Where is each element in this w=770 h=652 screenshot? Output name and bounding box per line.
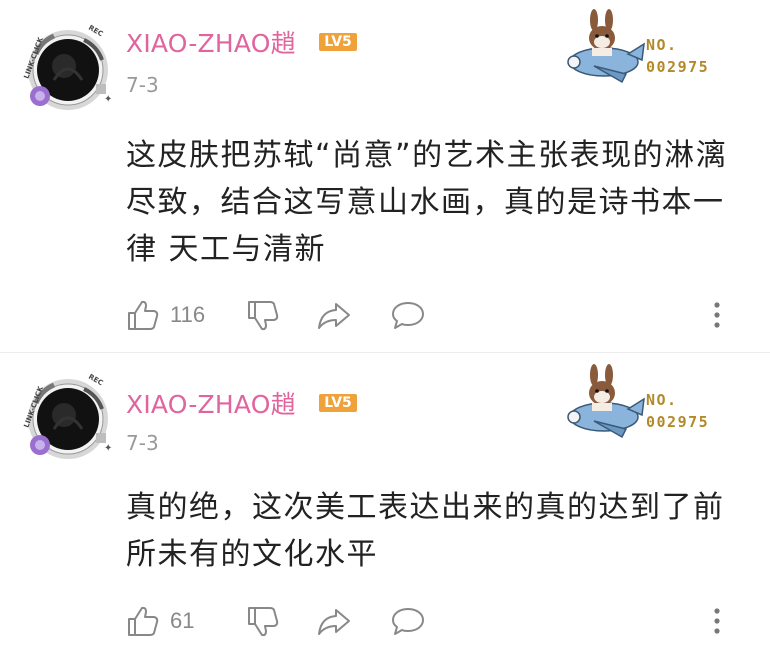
level-badge: LV5 bbox=[319, 32, 357, 52]
reply-button[interactable] bbox=[390, 295, 426, 335]
comment-actions: 61 bbox=[126, 601, 746, 641]
more-options-button[interactable] bbox=[712, 601, 722, 641]
badge-number-label: NO. bbox=[646, 391, 678, 409]
dislike-button[interactable] bbox=[246, 295, 280, 335]
level-label: LV5 bbox=[324, 395, 352, 411]
more-options-button[interactable] bbox=[712, 295, 722, 335]
more-vertical-icon bbox=[714, 302, 720, 328]
share-icon bbox=[318, 609, 350, 635]
like-button[interactable]: 116 bbox=[126, 295, 205, 335]
user-avatar[interactable]: ✦ LINK-CLICK REC bbox=[14, 14, 114, 114]
comment-text: 真的绝，这次美工表达出来的真的达到了前所未有的文化水平 bbox=[126, 490, 725, 572]
thumbs-up-icon bbox=[128, 606, 159, 636]
share-button[interactable] bbox=[316, 295, 352, 335]
comment-date: 7-3 bbox=[126, 73, 159, 97]
svg-text:✦: ✦ bbox=[104, 94, 112, 105]
thumbs-up-icon bbox=[128, 300, 159, 330]
badge-number: 002975 bbox=[646, 413, 710, 431]
comment-date: 7-3 bbox=[126, 431, 159, 455]
comment-bubble-icon bbox=[392, 302, 424, 329]
thumbs-down-icon bbox=[248, 607, 279, 637]
comment-actions: 116 bbox=[126, 295, 746, 335]
svg-text:✦: ✦ bbox=[104, 443, 112, 454]
comment-item-2: ✦ LINK-CLICK REC XIAO-ZHAO趙 LV5 7-3 NO. … bbox=[0, 353, 770, 652]
comment-bubble-icon bbox=[392, 608, 424, 635]
badge-number: 002975 bbox=[646, 58, 710, 76]
level-badge: LV5 bbox=[319, 393, 357, 413]
share-icon bbox=[318, 303, 350, 329]
thumbs-down-icon bbox=[248, 301, 279, 331]
username[interactable]: XIAO-ZHAO趙 bbox=[126, 385, 296, 421]
more-vertical-icon bbox=[714, 608, 720, 634]
badge-number-label: NO. bbox=[646, 36, 678, 54]
level-label: LV5 bbox=[324, 34, 352, 50]
comment-text: 这皮肤把苏轼“尚意”的艺术主张表现的淋漓尽致，结合这写意山水画，真的是诗书本一律… bbox=[126, 138, 728, 267]
username[interactable]: XIAO-ZHAO趙 bbox=[126, 24, 296, 60]
like-count: 61 bbox=[170, 608, 195, 633]
reply-button[interactable] bbox=[390, 601, 426, 641]
like-count: 116 bbox=[170, 302, 206, 327]
share-button[interactable] bbox=[316, 601, 352, 641]
user-avatar[interactable]: ✦ LINK-CLICK REC bbox=[14, 363, 114, 463]
like-button[interactable]: 61 bbox=[126, 601, 194, 641]
dislike-button[interactable] bbox=[246, 601, 280, 641]
comment-item-1: ✦ LINK-CLICK REC XIAO-ZHAO趙 LV5 7-3 NO. bbox=[0, 0, 770, 352]
